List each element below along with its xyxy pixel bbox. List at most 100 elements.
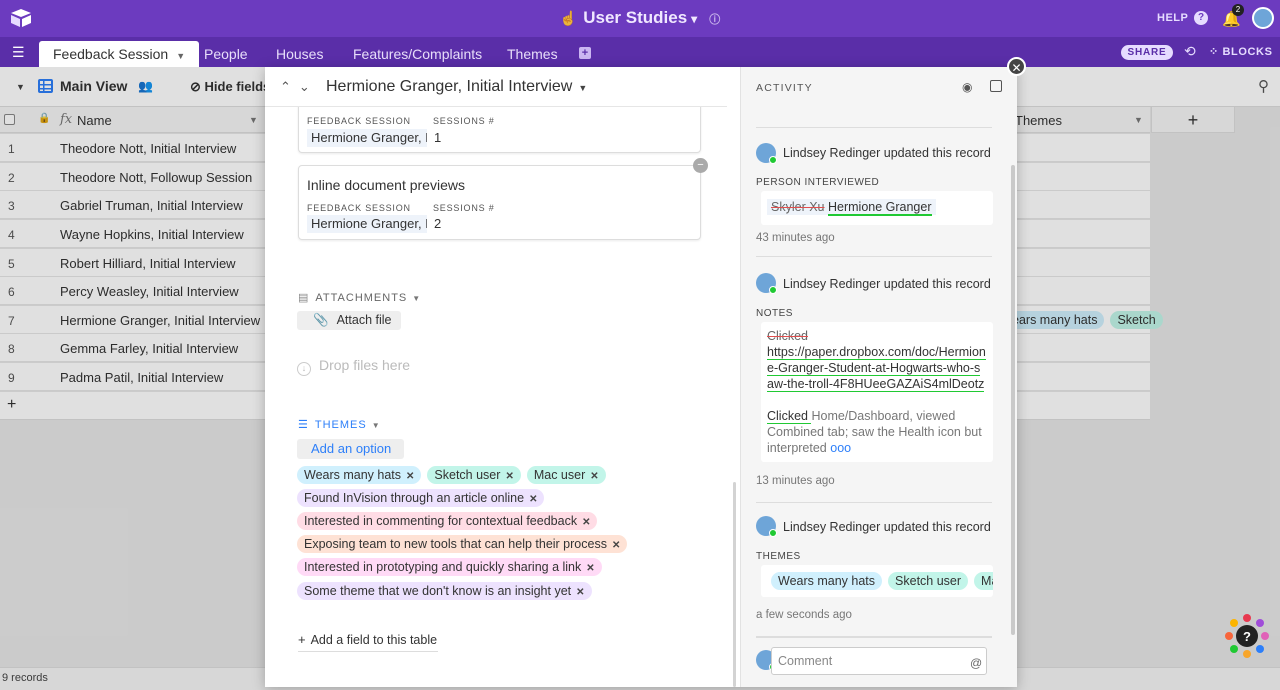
attach-file-label: Attach file [336, 313, 392, 327]
paperclip-icon: 📎 [313, 313, 329, 327]
divider [756, 127, 992, 128]
close-icon[interactable]: ✕ [1007, 57, 1026, 76]
divider [756, 502, 992, 503]
theme-chip-row: Wears many hats ✕ Sketch user ✕ Mac user ✕ [297, 466, 612, 484]
tab-houses[interactable]: Houses [262, 41, 337, 67]
attachments-field-label[interactable]: ▤ ATTACHMENTS ▼ [298, 291, 421, 304]
remove-chip-icon[interactable]: ✕ [582, 517, 590, 528]
blocks-icon: ⁘ [1209, 46, 1223, 58]
svg-text:?: ? [1243, 629, 1251, 644]
chevron-up-icon[interactable]: ⌃ [280, 79, 299, 94]
remove-chip-icon[interactable]: ✕ [505, 471, 513, 482]
chevron-down-icon: ▼ [371, 421, 381, 430]
history-icon[interactable]: ⟲ [1184, 43, 1196, 60]
remove-chip-icon[interactable]: ✕ [586, 563, 594, 574]
theme-chip: Wears many hats ✕ [297, 466, 422, 484]
blocks-button[interactable]: ⁘ BLOCKS [1209, 45, 1273, 58]
activity-field-name: NOTES [756, 308, 793, 319]
add-option-button[interactable]: Add an option [297, 439, 404, 459]
tab-features-complaints[interactable]: Features/Complaints [339, 41, 496, 67]
detail-scrollbar[interactable] [733, 482, 736, 687]
theme-chip-row: Interested in commenting for contextual … [297, 512, 603, 530]
hand-icon: ☝ [559, 10, 578, 26]
sessions-label: SESSIONS # [433, 116, 495, 126]
drop-zone-label: Drop files here [319, 357, 411, 373]
chevron-down-icon[interactable]: ▼ [578, 83, 587, 93]
theme-chip-label: Mac user [533, 468, 586, 482]
activity-pane: ACTIVITY ◉ Lindsey Redinger updated this… [740, 67, 1017, 687]
record-nav-arrows[interactable]: ⌃⌄ [280, 79, 318, 95]
theme-chip-label: Interested in prototyping and quickly sh… [304, 560, 582, 574]
remove-chip-icon[interactable]: ✕ [406, 471, 414, 482]
theme-chip-label: Sketch user [434, 468, 501, 482]
remove-chip-icon[interactable]: ✕ [590, 471, 598, 482]
theme-chip: Interested in commenting for contextual … [297, 512, 598, 530]
add-table-button[interactable]: + [579, 47, 591, 59]
theme-chip-row: Exposing team to new tools that can help… [297, 535, 633, 553]
theme-chip: Found InVision through an article online… [297, 489, 545, 507]
help-link[interactable]: HELP [1157, 12, 1188, 24]
collapse-panel-icon[interactable] [990, 80, 1002, 92]
notes-body: Clicked Home/Dashboard, viewed Combined … [767, 409, 982, 455]
tab-label: Features/Complaints [353, 46, 483, 62]
chevron-down-icon[interactable]: ⌄ [299, 79, 318, 94]
user-avatar[interactable] [1252, 7, 1274, 29]
record-title[interactable]: Hermione Granger, Initial Interview ▼ [326, 78, 587, 96]
base-title[interactable]: ☝ User Studies ▾ ⓘ [0, 8, 1280, 28]
notification-badge: 2 [1232, 4, 1244, 16]
multiselect-icon: ☰ [298, 419, 309, 431]
show-more-button[interactable]: ooo [830, 441, 851, 455]
comment-input[interactable]: Comment @ [771, 647, 987, 675]
mention-icon[interactable]: @ [970, 656, 982, 670]
hamburger-menu-icon[interactable]: ☰ [12, 44, 25, 61]
theme-chip-label: Found InVision through an article online [304, 491, 525, 505]
help-icon[interactable]: ? [1194, 11, 1208, 25]
card-title: Inline document previews [307, 177, 465, 193]
tab-themes[interactable]: Themes [493, 41, 572, 67]
avatar [756, 143, 777, 164]
theme-chip-row: Some theme that we don't know is an insi… [297, 582, 598, 600]
remove-chip-icon[interactable]: ✕ [529, 494, 537, 505]
remove-chip-icon[interactable]: ✕ [576, 587, 584, 598]
theme-chip: Wears many hats [771, 572, 883, 590]
comment-placeholder: Comment [778, 654, 833, 668]
activity-title: ACTIVITY [756, 82, 813, 94]
added-link[interactable]: https://paper.dropbox.com/doc/Hermione-G… [767, 345, 986, 392]
top-bar: ☝ User Studies ▾ ⓘ HELP ? 🔔 2 [0, 0, 1280, 37]
linked-record-chip: Skyler Xu Hermione Granger [767, 199, 936, 216]
chevron-down-icon[interactable]: ▼ [176, 51, 185, 61]
themes-field-label[interactable]: ☰ THEMES ▼ [298, 418, 381, 431]
sessions-value: 1 [434, 130, 442, 145]
add-field-button[interactable]: + Add a field to this table [298, 632, 438, 652]
activity-scrollbar[interactable] [1011, 165, 1015, 635]
theme-chip-row: Found InVision through an article online… [297, 489, 550, 507]
share-button[interactable]: SHARE [1121, 45, 1173, 60]
remove-chip-icon[interactable]: ✕ [612, 540, 620, 551]
document-icon: ▤ [298, 292, 310, 304]
activity-field-name: THEMES [756, 551, 801, 562]
info-icon[interactable]: ⓘ [709, 14, 720, 26]
activity-time: a few seconds ago [756, 609, 852, 621]
remove-link-button[interactable]: − [693, 158, 708, 173]
activity-user: Lindsey Redinger updated this record [783, 146, 991, 160]
theme-chip: Mac user ✕ [526, 466, 606, 484]
activity-time: 43 minutes ago [756, 232, 835, 244]
tab-feedback-session[interactable]: Feedback Session ▼ [39, 41, 200, 67]
activity-field-name: PERSON INTERVIEWED [756, 177, 880, 188]
tab-people[interactable]: People [190, 41, 262, 67]
add-field-label: Add a field to this table [310, 633, 438, 647]
linked-record-card[interactable]: Inline document previews FEEDBACK SESSIO… [298, 165, 701, 240]
drop-zone[interactable]: ↓ Drop files here [297, 357, 410, 376]
activity-change-box: Skyler Xu Hermione Granger [761, 191, 993, 225]
rss-icon[interactable]: ◉ [962, 80, 972, 94]
attach-file-button[interactable]: 📎 Attach file [297, 311, 401, 330]
theme-chip: Sketch user [888, 572, 969, 590]
tab-label: Themes [507, 46, 558, 62]
help-widget-icon[interactable]: ? [1225, 614, 1269, 658]
divider [756, 636, 992, 638]
feedback-session-value: Hermione Granger, In [307, 215, 427, 233]
theme-chip: Exposing team to new tools that can help… [297, 535, 628, 553]
record-title-text: Hermione Granger, Initial Interview [326, 78, 573, 95]
theme-chip: Interested in prototyping and quickly sh… [297, 558, 602, 576]
tab-label: People [204, 46, 248, 62]
